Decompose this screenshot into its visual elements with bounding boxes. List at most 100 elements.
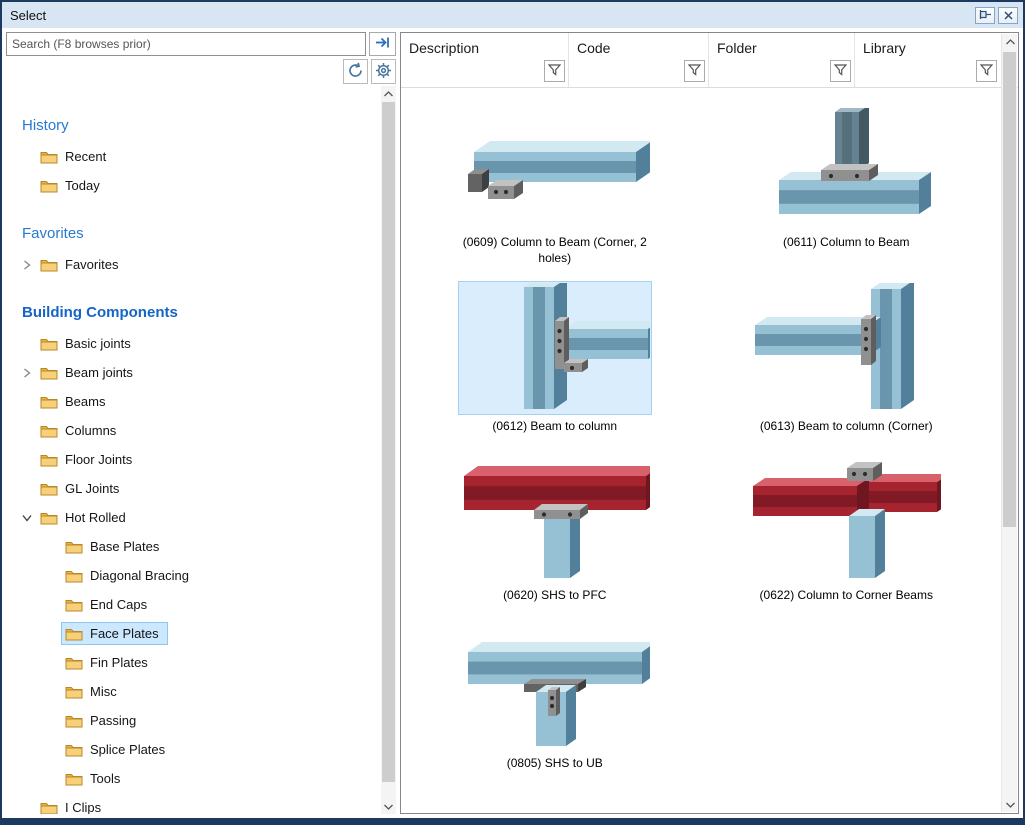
tree-item-gl-joints[interactable]: GL Joints [18, 474, 381, 503]
tree-item-floor-joints[interactable]: Floor Joints [18, 445, 381, 474]
folder-icon [40, 453, 58, 467]
tree-item-body[interactable]: Misc [61, 680, 126, 703]
folder-icon [40, 424, 58, 438]
folder-icon [65, 540, 83, 554]
funnel-icon [548, 64, 561, 79]
window-title: Select [10, 8, 972, 23]
refresh-button[interactable] [343, 59, 368, 84]
tree-item-body[interactable]: GL Joints [36, 477, 128, 500]
component-caption: (0612) Beam to column [492, 419, 617, 435]
tree-item-label: Splice Plates [90, 742, 165, 757]
tree-item-i-clips[interactable]: I Clips [18, 793, 381, 814]
filter-button-folder[interactable] [830, 60, 851, 82]
column-header-folder[interactable]: Folder [709, 33, 854, 60]
filter-button-description[interactable] [544, 60, 565, 82]
tree-item-beams[interactable]: Beams [18, 387, 381, 416]
scroll-down-button[interactable] [1002, 797, 1018, 812]
selected-tree-item[interactable]: Face Plates [61, 622, 168, 645]
column-header-code[interactable]: Code [569, 33, 708, 60]
tree-item-columns[interactable]: Columns [18, 416, 381, 445]
filter-row-library [855, 60, 1000, 87]
settings-button[interactable] [371, 59, 396, 84]
component-item-0622[interactable]: (0622) Column to Corner Beams [750, 451, 942, 604]
tree-item-recent[interactable]: Recent [18, 142, 381, 171]
search-go-button[interactable] [369, 32, 396, 56]
component-item-0609[interactable]: (0609) Column to Beam (Corner, 2 holes) [456, 98, 654, 266]
beam-to-column-thumbnail[interactable] [459, 282, 651, 414]
tree-item-splice-plates[interactable]: Splice Plates [43, 735, 381, 764]
funnel-icon [834, 64, 847, 79]
folder-icon [40, 801, 58, 815]
tree-item-hot-rolled[interactable]: Hot Rolled [18, 503, 381, 532]
tree-item-body[interactable]: Beams [36, 390, 114, 413]
tree-item-body[interactable]: Fin Plates [61, 651, 157, 674]
tree-item-fin-plates[interactable]: Fin Plates [43, 648, 381, 677]
tree-item-label: Favorites [65, 257, 118, 272]
results-panel: DescriptionCodeFolderLibrary (0609) Colu… [400, 32, 1019, 814]
tree-item-body[interactable]: Today [36, 174, 109, 197]
folder-icon [65, 743, 83, 757]
component-item-0611[interactable]: (0611) Column to Beam [750, 98, 942, 266]
column-header-library[interactable]: Library [855, 33, 1000, 60]
tree-item-body[interactable]: Hot Rolled [36, 506, 135, 529]
filter-button-code[interactable] [684, 60, 705, 82]
tree-item-diagonal-bracing[interactable]: Diagonal Bracing [43, 561, 381, 590]
chevron-right-icon[interactable] [18, 260, 36, 270]
corner-2holes-thumbnail[interactable] [459, 98, 651, 230]
pin-button[interactable] [975, 7, 995, 24]
scroll-thumb[interactable] [382, 102, 395, 782]
tree-item-body[interactable]: Favorites [36, 253, 127, 276]
tree-item-body[interactable]: Diagonal Bracing [61, 564, 198, 587]
tree-item-label: Misc [90, 684, 117, 699]
component-caption: (0620) SHS to PFC [503, 588, 606, 604]
folder-icon [65, 569, 83, 583]
tree-item-passing[interactable]: Passing [43, 706, 381, 735]
search-input[interactable] [6, 32, 366, 56]
column-to-beam-thumbnail[interactable] [750, 98, 942, 230]
component-item-0620[interactable]: (0620) SHS to PFC [459, 451, 651, 604]
close-button[interactable] [998, 7, 1018, 24]
tree-item-body[interactable]: I Clips [36, 796, 110, 814]
tree-item-base-plates[interactable]: Base Plates [43, 532, 381, 561]
filter-button-library[interactable] [976, 60, 997, 82]
chevron-right-icon[interactable] [18, 368, 36, 378]
tree-item-tools[interactable]: Tools [43, 764, 381, 793]
folder-icon [40, 258, 58, 272]
results-scrollbar[interactable] [1001, 34, 1017, 812]
tree-item-face-plates[interactable]: Face Plates [43, 619, 381, 648]
component-item-0612[interactable]: (0612) Beam to column [459, 282, 651, 435]
component-item-0613[interactable]: (0613) Beam to column (Corner) [750, 282, 942, 435]
tree-item-misc[interactable]: Misc [43, 677, 381, 706]
scroll-down-button[interactable] [381, 799, 396, 814]
tree-item-body[interactable]: Base Plates [61, 535, 168, 558]
tree-item-label: Floor Joints [65, 452, 132, 467]
component-caption: (0611) Column to Beam [783, 235, 910, 251]
shs-to-ub-thumbnail[interactable] [459, 619, 651, 751]
corner-beams-thumbnail[interactable] [750, 451, 942, 583]
filter-row-description [401, 60, 568, 87]
chevron-down-icon[interactable] [18, 514, 36, 522]
arrow-into-icon [375, 36, 390, 52]
scroll-up-button[interactable] [381, 86, 396, 101]
tree-item-basic-joints[interactable]: Basic joints [18, 329, 381, 358]
tree-item-body[interactable]: Floor Joints [36, 448, 141, 471]
tree-item-body[interactable]: Tools [61, 767, 129, 790]
tree-item-end-caps[interactable]: End Caps [43, 590, 381, 619]
component-item-0805[interactable]: (0805) SHS to UB [459, 619, 651, 772]
beam-to-column-corner-thumbnail[interactable] [750, 282, 942, 414]
scroll-up-button[interactable] [1002, 34, 1018, 49]
tree-item-beam-joints[interactable]: Beam joints [18, 358, 381, 387]
tree-item-body[interactable]: Splice Plates [61, 738, 174, 761]
tree-item-body[interactable]: End Caps [61, 593, 156, 616]
tree-item-favorites[interactable]: Favorites [18, 250, 381, 279]
tree-item-body[interactable]: Columns [36, 419, 125, 442]
tree-scrollbar[interactable] [381, 86, 396, 814]
tree-item-body[interactable]: Beam joints [36, 361, 142, 384]
tree-item-body[interactable]: Basic joints [36, 332, 140, 355]
scroll-thumb[interactable] [1003, 52, 1016, 527]
shs-to-pfc-thumbnail[interactable] [459, 451, 651, 583]
column-header-description[interactable]: Description [401, 33, 568, 60]
tree-item-body[interactable]: Passing [61, 709, 145, 732]
tree-item-today[interactable]: Today [18, 171, 381, 200]
tree-item-body[interactable]: Recent [36, 145, 115, 168]
